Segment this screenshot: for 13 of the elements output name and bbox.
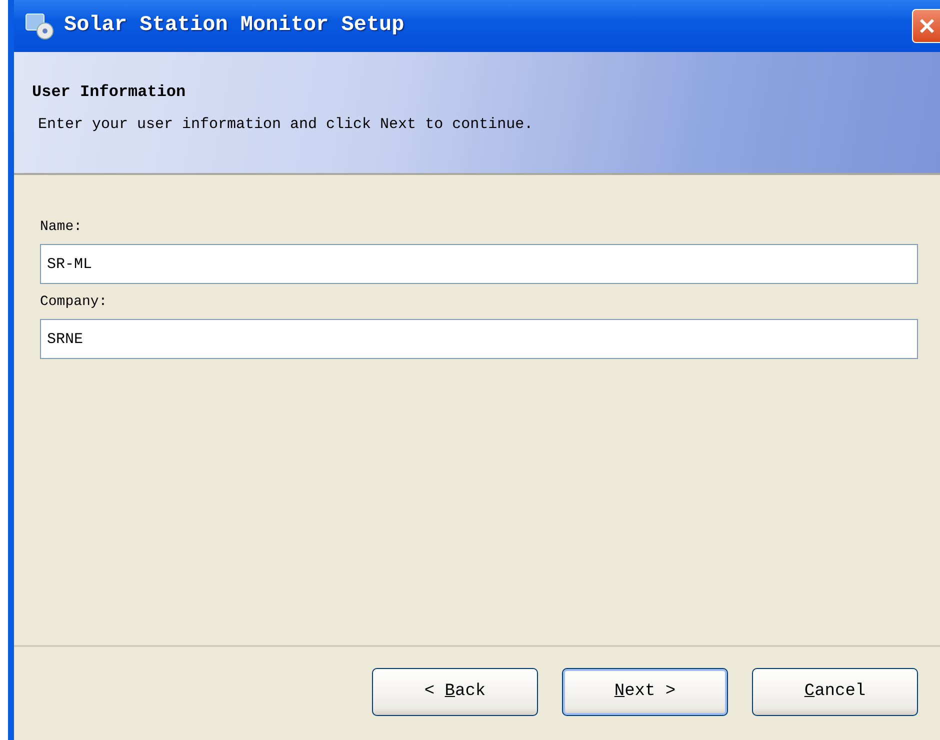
wizard-button[interactable]: < Back	[372, 668, 538, 716]
field-label: Name:	[40, 218, 84, 237]
close-icon	[918, 17, 936, 35]
setup-icon	[24, 12, 54, 40]
wizard-button[interactable]: Cancel	[752, 668, 918, 716]
field-label: Company:	[40, 293, 108, 312]
text-field[interactable]: SR-ML	[40, 244, 918, 284]
page-title: User Information	[32, 82, 187, 103]
text-field[interactable]: SRNE	[40, 319, 918, 359]
page-subtitle: Enter your user information and click Next to continue.	[37, 115, 534, 135]
close-button[interactable]	[912, 9, 940, 43]
window-title: Solar Station Monitor Setup	[64, 13, 404, 40]
wizard-button[interactable]: Next >	[562, 668, 728, 716]
